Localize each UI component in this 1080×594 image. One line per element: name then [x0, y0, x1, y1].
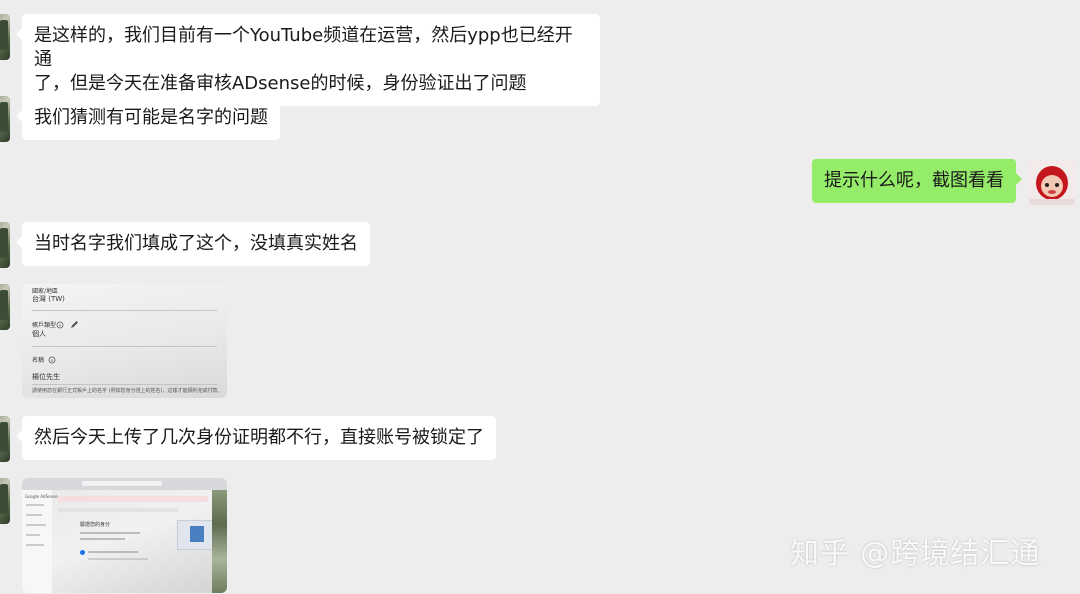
photo-app-name: Google AdSense: [25, 494, 58, 499]
contact-avatar[interactable]: [0, 478, 10, 524]
contact-avatar[interactable]: [0, 96, 10, 142]
message-bubble-incoming: 是这样的，我们目前有一个YouTube频道在运营，然后ypp也已经开通 了，但是…: [16, 14, 600, 106]
red-hood-character-icon: [1029, 159, 1075, 205]
edit-pencil-icon: [71, 321, 78, 328]
watermark: 知乎 @跨境结汇通: [790, 536, 1041, 570]
info-icon: [48, 356, 56, 364]
photo-value-region: 台灣 (TW): [32, 295, 65, 303]
contact-avatar[interactable]: [0, 14, 10, 60]
user-avatar[interactable]: [1029, 159, 1075, 205]
contact-avatar[interactable]: [0, 416, 10, 462]
photo-value-name: 楊位先生: [32, 373, 60, 381]
photo-label-name: 名稱: [32, 357, 45, 364]
info-icon: [56, 321, 64, 329]
photo-label-account-type: 帳戶類型: [32, 322, 57, 329]
photo-value-account-type: 個人: [32, 330, 46, 338]
message-bubble-incoming: 我们猜测有可能是名字的问题: [16, 96, 280, 140]
contact-avatar[interactable]: [0, 222, 10, 268]
photo-heading: 驗證您的身分: [80, 522, 111, 528]
contact-avatar[interactable]: [0, 284, 10, 330]
photo-footnote: 請使用您在銀行正式帳戶上的名字 (例如您身分證上的姓名)，這樣才能順利完成付款。: [32, 388, 223, 394]
message-image-screen-photo[interactable]: Google AdSense 驗證您的身分: [22, 478, 227, 593]
message-bubble-outgoing: 提示什么呢，截图看看: [812, 159, 1022, 203]
message-image-form-photo[interactable]: 國家/地區 台灣 (TW) 帳戶類型 個人 名稱 楊位先生 請使用您在銀行正式帳…: [22, 284, 227, 398]
message-bubble-incoming: 然后今天上传了几次身份证明都不行，直接账号被锁定了: [16, 416, 496, 460]
photo-label-region: 國家/地區: [32, 288, 59, 295]
message-bubble-incoming: 当时名字我们填成了这个，没填真实姓名: [16, 222, 370, 266]
